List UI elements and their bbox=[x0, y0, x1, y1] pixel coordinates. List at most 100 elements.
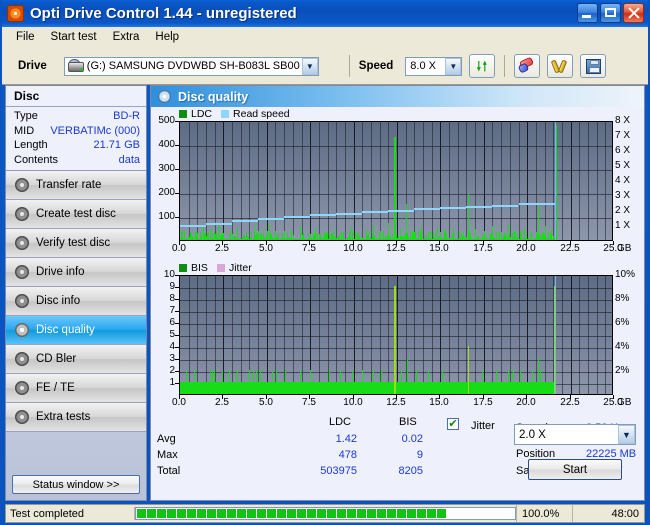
refresh-button[interactable] bbox=[469, 54, 495, 78]
chevron-down-icon[interactable]: ▼ bbox=[618, 425, 635, 444]
grid-line-horizontal bbox=[180, 372, 612, 373]
progress-block bbox=[177, 509, 186, 518]
erase-button[interactable] bbox=[514, 54, 540, 78]
chevron-down-icon[interactable]: ▼ bbox=[302, 58, 318, 75]
menu-item-help[interactable]: Help bbox=[147, 29, 187, 45]
plot-area-bis[interactable] bbox=[179, 275, 613, 395]
sidebar-item-disc-info[interactable]: Disc info bbox=[6, 287, 146, 316]
drive-select[interactable]: (G:) SAMSUNG DVDWBD SH-B083L SB00 ▼ bbox=[64, 57, 319, 76]
window-title: Opti Drive Control 1.44 - unregistered bbox=[30, 5, 297, 22]
grid-line-vertical bbox=[536, 122, 537, 240]
progress-block bbox=[157, 509, 166, 518]
noise-spike bbox=[197, 233, 198, 240]
noise-spike bbox=[368, 233, 369, 240]
data-spike bbox=[401, 370, 402, 394]
noise-spike bbox=[336, 238, 337, 240]
chevron-down-icon[interactable]: ▼ bbox=[445, 58, 461, 75]
grid-line-vertical bbox=[414, 276, 415, 394]
stats-total-ldc: 503975 bbox=[301, 465, 357, 477]
noise-spike bbox=[451, 238, 452, 240]
start-button[interactable]: Start bbox=[528, 459, 622, 480]
save-button[interactable] bbox=[580, 54, 606, 78]
read-speed-line bbox=[388, 210, 414, 212]
disc-icon bbox=[15, 294, 29, 308]
title-bar: Opti Drive Control 1.44 - unregistered bbox=[2, 0, 648, 27]
noise-spike bbox=[396, 234, 397, 240]
chart-ldc-readspeed: LDC Read speed 100200300400500 1 X2 X3 X… bbox=[151, 108, 644, 260]
x-tick-mark bbox=[483, 395, 484, 399]
data-spike bbox=[275, 231, 276, 240]
sidebar-item-label: CD Bler bbox=[36, 353, 76, 365]
noise-spike bbox=[496, 231, 497, 240]
minimize-icon[interactable] bbox=[577, 3, 598, 23]
status-window-button[interactable]: Status window >> bbox=[12, 475, 140, 494]
stats-col-ldc: LDC bbox=[329, 416, 351, 428]
noise-spike bbox=[294, 239, 295, 240]
noise-spike bbox=[439, 236, 440, 240]
sidebar-item-drive-info[interactable]: Drive info bbox=[6, 258, 146, 287]
noise-spike bbox=[206, 236, 207, 240]
sidebar-item-extra-tests[interactable]: Extra tests bbox=[6, 403, 146, 432]
noise-spike bbox=[261, 234, 262, 240]
grid-line-vertical bbox=[267, 122, 268, 240]
y-tick-label-right: 2% bbox=[615, 366, 629, 376]
disc-row-key: Contents bbox=[14, 153, 58, 168]
drive-select-value: (G:) SAMSUNG DVDWBD SH-B083L SB00 bbox=[87, 60, 300, 72]
noise-spike bbox=[397, 238, 398, 240]
noise-spike bbox=[518, 238, 519, 240]
y-tick-label-right: 6 X bbox=[615, 146, 630, 156]
read-speed-line bbox=[232, 220, 258, 222]
noise-spike bbox=[320, 239, 321, 240]
read-speed-line bbox=[414, 208, 440, 210]
data-spike bbox=[237, 370, 238, 394]
menu-item-start-test[interactable]: Start test bbox=[43, 29, 105, 45]
x-tick-mark bbox=[396, 241, 397, 245]
noise-spike bbox=[526, 235, 527, 240]
stats-avg-ldc: 1.42 bbox=[319, 433, 357, 445]
data-spike bbox=[276, 370, 277, 394]
legend-label-jitter: Jitter bbox=[229, 262, 252, 274]
chart-legend-top: LDC Read speed bbox=[179, 108, 290, 120]
progress-block bbox=[417, 509, 426, 518]
maximize-icon[interactable] bbox=[600, 3, 621, 23]
speed-select[interactable]: 8.0 X ▼ bbox=[405, 57, 462, 76]
noise-spike bbox=[446, 234, 447, 240]
grid-line-horizontal bbox=[180, 312, 612, 313]
noise-spike bbox=[251, 232, 252, 240]
sidebar-item-create-test-disc[interactable]: Create test disc bbox=[6, 200, 146, 229]
jitter-checkbox[interactable]: ✔ bbox=[447, 418, 459, 430]
data-spike bbox=[381, 370, 382, 394]
y-tick-label: 10 bbox=[151, 270, 175, 280]
sidebar-item-fe-te[interactable]: FE / TE bbox=[6, 374, 146, 403]
test-speed-select[interactable]: 2.0 X ▼ bbox=[514, 424, 636, 445]
close-icon[interactable] bbox=[623, 3, 644, 23]
sidebar-item-disc-quality[interactable]: Disc quality bbox=[6, 316, 146, 345]
sidebar-item-transfer-rate[interactable]: Transfer rate bbox=[6, 171, 146, 200]
disc-row-mid: MID VERBATIMc (000) bbox=[14, 124, 140, 139]
data-spike bbox=[269, 224, 270, 240]
noise-spike bbox=[494, 238, 495, 240]
data-spike bbox=[394, 286, 396, 394]
grid-line-horizontal bbox=[180, 300, 612, 301]
noise-spike bbox=[408, 236, 409, 240]
noise-spike bbox=[359, 236, 360, 240]
sidebar-item-label: Extra tests bbox=[36, 411, 90, 423]
x-tick-mark bbox=[266, 241, 267, 245]
end-marker bbox=[555, 122, 556, 240]
menu-item-extra[interactable]: Extra bbox=[105, 29, 148, 45]
jitter-label: Jitter bbox=[471, 420, 495, 432]
grid-line-vertical bbox=[249, 122, 250, 240]
noise-spike bbox=[364, 239, 365, 240]
tools-button[interactable] bbox=[547, 54, 573, 78]
menu-item-file[interactable]: File bbox=[8, 29, 43, 45]
grid-line-vertical bbox=[345, 122, 346, 240]
sidebar-item-verify-test-disc[interactable]: Verify test disc bbox=[6, 229, 146, 258]
sidebar-item-cd-bler[interactable]: CD Bler bbox=[6, 345, 146, 374]
data-spike bbox=[210, 229, 211, 240]
left-panel: Disc Type BD-R MID VERBATIMc (000) Lengt… bbox=[5, 85, 147, 501]
grid-line-vertical bbox=[588, 276, 589, 394]
grid-line-vertical bbox=[597, 122, 598, 240]
plot-area-ldc[interactable] bbox=[179, 121, 613, 241]
noise-spike bbox=[470, 234, 471, 240]
data-spike bbox=[230, 230, 231, 240]
